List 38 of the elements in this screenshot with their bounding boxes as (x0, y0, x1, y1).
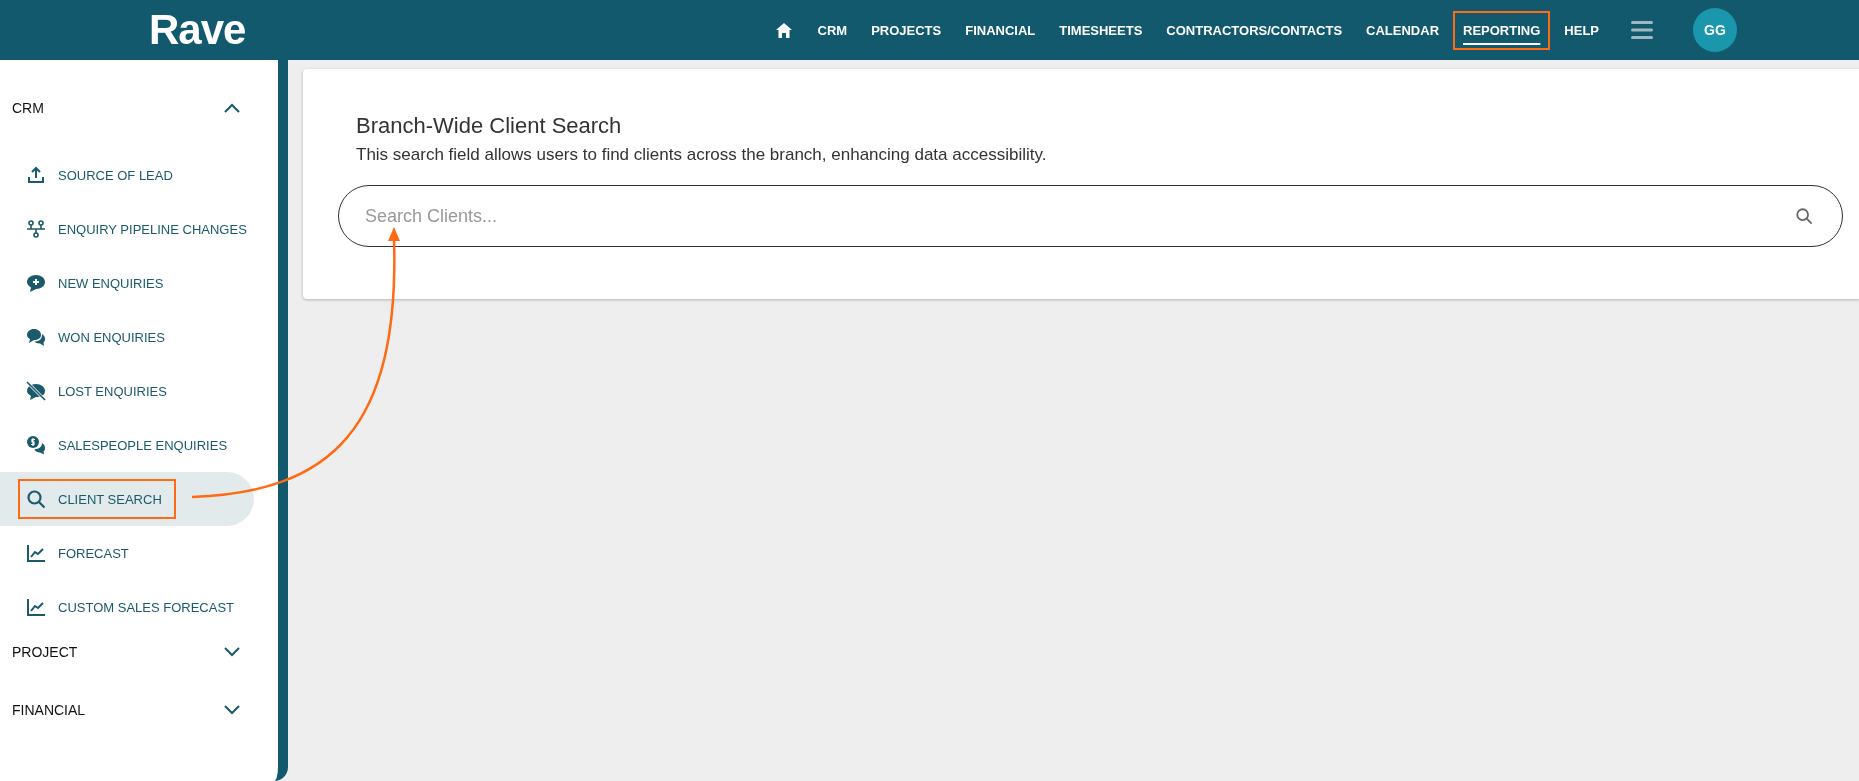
nav-link[interactable]: REPORTING (1453, 10, 1551, 50)
logo[interactable]: Rave (149, 6, 246, 54)
upload-icon (26, 165, 46, 185)
chevron-icon (224, 705, 240, 715)
sidebar-item[interactable]: LOST ENQUIRIES (0, 364, 254, 418)
chat-off-icon (26, 381, 46, 401)
nav-link[interactable]: CONTRACTORS/CONTACTS (1156, 10, 1353, 50)
sidebar-item[interactable]: WON ENQUIRIES (0, 310, 254, 364)
sidebar-item[interactable]: SOURCE OF LEAD (0, 148, 254, 202)
nav-link[interactable]: PROJECTS (861, 10, 952, 50)
chat-bubbles-icon (26, 327, 46, 347)
sidebar-item[interactable]: NEW ENQUIRIES (0, 256, 254, 310)
sidebar-item[interactable]: ENQUIRY PIPELINE CHANGES (0, 202, 254, 256)
search-field[interactable]: Search Clients... (338, 185, 1843, 247)
nav-link[interactable]: HELP (1554, 10, 1609, 50)
nav-link[interactable]: CALENDAR (1356, 10, 1450, 50)
sidebar-item[interactable]: CUSTOM SALES FORECAST (0, 580, 254, 634)
search-icon (26, 489, 46, 509)
search-icon[interactable] (1795, 207, 1813, 225)
chat-dollar-icon (26, 435, 46, 455)
line-chart-icon (26, 543, 46, 563)
section-header[interactable]: CRM (0, 90, 278, 126)
chevron-icon (224, 103, 240, 113)
sidebar-item[interactable]: CLIENT SEARCH (0, 472, 254, 526)
chevron-icon (224, 647, 240, 657)
menu-icon[interactable] (1631, 21, 1653, 39)
pipeline-icon (26, 219, 46, 239)
card-description: This search field allows users to find clients across the branch, enhancing data accessibility. (356, 145, 1048, 165)
line-chart-icon (26, 597, 46, 617)
sidebar-item[interactable]: FORECAST (0, 526, 254, 580)
sidebar-item[interactable]: SALESPEOPLE ENQUIRIES (0, 418, 254, 472)
section-header[interactable]: FINANCIAL (0, 692, 278, 728)
nav-link[interactable]: CRM (807, 10, 858, 50)
section-header[interactable]: PROJECT (0, 634, 278, 670)
nav-link[interactable]: FINANCIAL (955, 10, 1046, 50)
chat-plus-icon (26, 273, 46, 293)
card-title: Branch-Wide Client Search (356, 113, 623, 139)
nav-link[interactable]: TIMESHEETS (1049, 10, 1153, 50)
